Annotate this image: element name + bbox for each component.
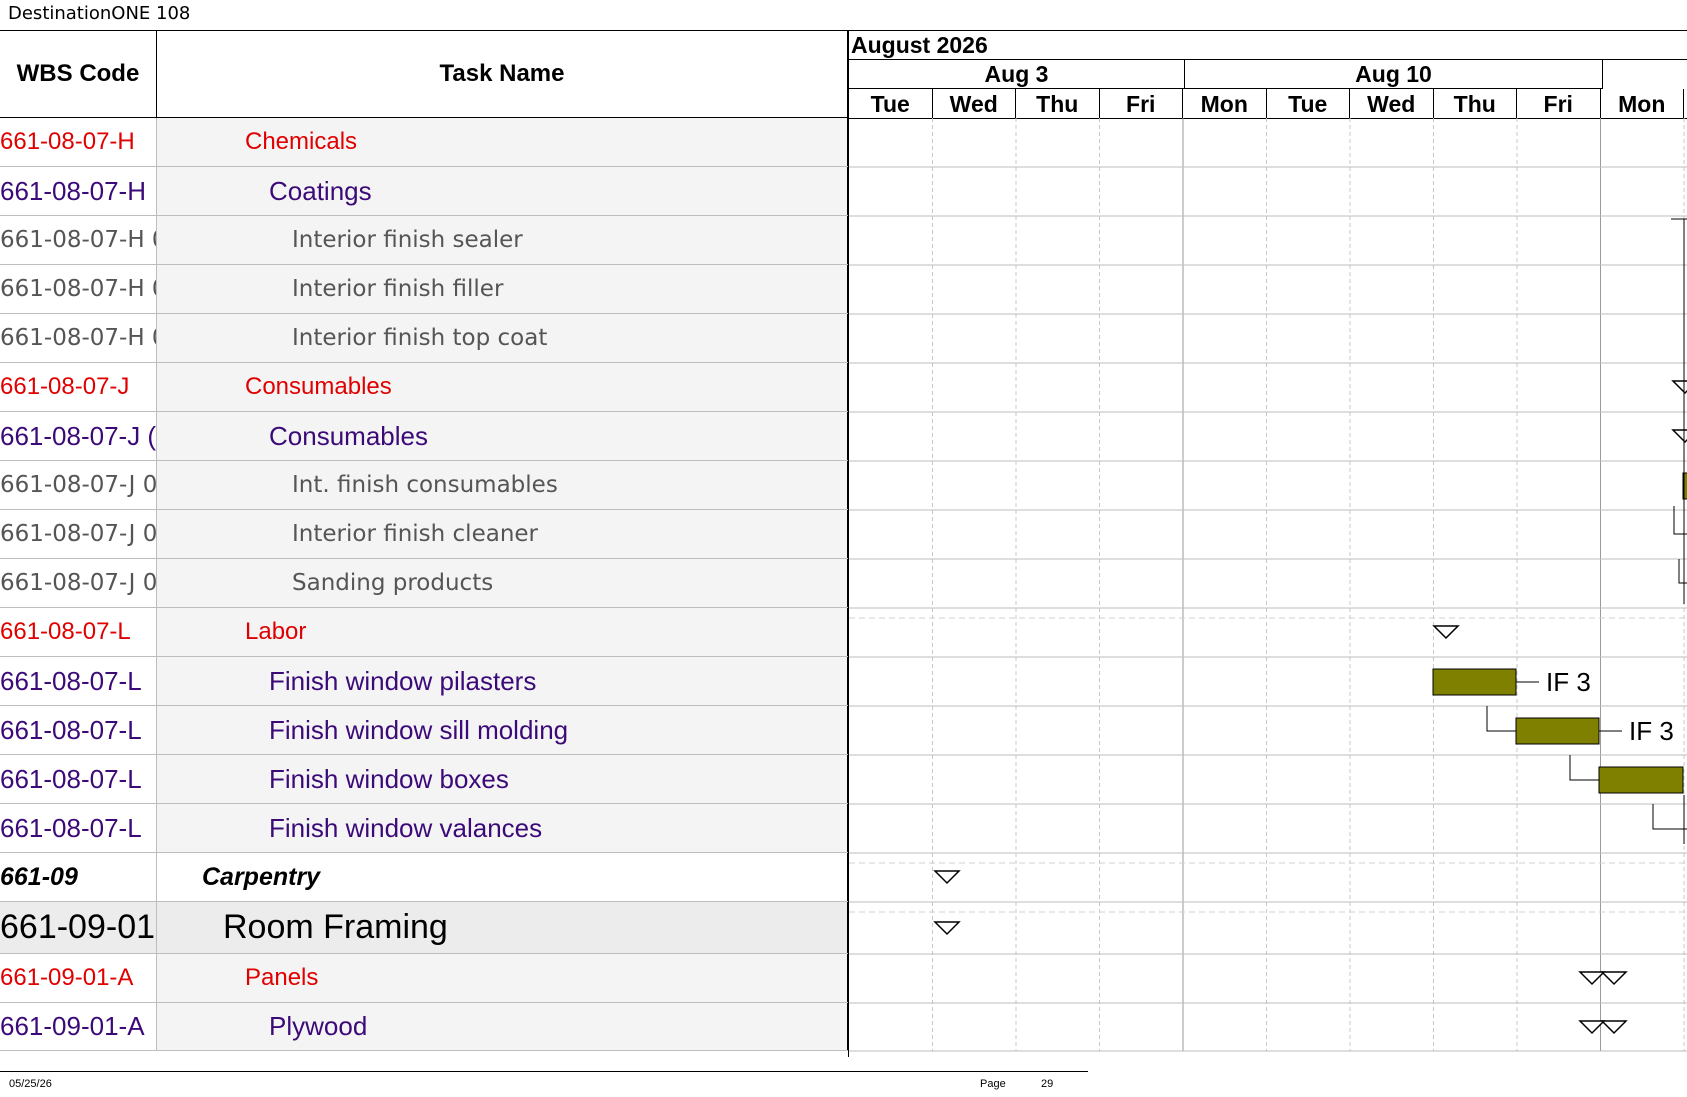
wbs-code: 661-08-07-H: [0, 118, 157, 166]
summary-milestone-icon: [1671, 380, 1687, 395]
summary-milestone-icon: [933, 870, 961, 885]
task-name: Consumables: [157, 363, 848, 411]
summary-milestone-icon: [1671, 429, 1687, 444]
task-name: Consumables: [157, 412, 848, 460]
footer-date: 05/25/26: [9, 1078, 52, 1090]
footer-divider: [0, 1071, 1088, 1072]
table-row[interactable]: 661-08-07-H 0 Interior finish filler: [0, 265, 848, 314]
footer-page-number: 29: [1041, 1078, 1054, 1090]
task-name: Interior finish top coat: [157, 314, 848, 362]
task-bar: [1432, 668, 1517, 696]
table-row[interactable]: 661-08-07-J (Consumables: [0, 412, 848, 461]
task-name: Finish window valances: [157, 804, 848, 852]
summary-milestone-icon: [933, 921, 961, 936]
table-row[interactable]: 661-08-07-H Coatings: [0, 167, 848, 216]
gantt-chart[interactable]: IF 3 IF 3: [848, 118, 1687, 1057]
task-name: Coatings: [157, 167, 848, 215]
task-name: Labor: [157, 608, 848, 656]
table-row[interactable]: 661-09 Carpentry: [0, 853, 848, 902]
timescale-week: Aug 10: [1185, 60, 1603, 89]
dependency-link: [1486, 706, 1516, 732]
table-row[interactable]: 661-08-07-L Labor: [0, 608, 848, 657]
task-name: Interior finish sealer: [157, 216, 848, 264]
timescale-week: Aug 3: [849, 60, 1185, 89]
summary-milestone-icon: [1432, 625, 1460, 640]
task-name: Finish window pilasters: [157, 657, 848, 705]
timescale-day: Tue: [1267, 89, 1350, 118]
timescale-day: Fri: [1517, 89, 1601, 118]
wbs-code: 661-08-07-H 0: [0, 265, 157, 313]
task-name: Sanding products: [157, 559, 848, 607]
wbs-code: 661-08-07-J (: [0, 412, 157, 460]
timescale-day: Thu: [1434, 89, 1517, 118]
wbs-code: 661-08-07-H 0: [0, 314, 157, 362]
table-row[interactable]: 661-08-07-H Chemicals: [0, 118, 848, 167]
app-title: DestinationONE 108: [8, 3, 191, 24]
timescale-day: Mon: [1183, 89, 1267, 118]
timescale-month: August 2026: [849, 30, 1687, 60]
table-row[interactable]: 661-09-01-A Plywood: [0, 1003, 848, 1051]
wbs-code: 661-09-01: [0, 902, 157, 953]
table-row[interactable]: 661-08-07-J 01 Sanding products: [0, 559, 848, 608]
table-row[interactable]: 661-08-07-H 0 Interior finish sealer: [0, 216, 848, 265]
wbs-code: 661-08-07-J 01: [0, 559, 157, 607]
table-row[interactable]: 661-08-07-L Finish window pilasters: [0, 657, 848, 706]
task-bar: [1598, 766, 1684, 794]
task-name: Finish window sill molding: [157, 706, 848, 754]
wbs-code: 661-08-07-L: [0, 804, 157, 852]
timescale-day: Wed: [933, 89, 1016, 118]
wbs-code: 661-08-07-L: [0, 755, 157, 803]
wbs-code: 661-08-07-H: [0, 167, 157, 215]
task-name: Carpentry: [157, 853, 848, 901]
dependency-link: [1569, 755, 1599, 781]
wbs-code: 661-08-07-J 01: [0, 461, 157, 509]
gantt-timescale: August 2026 Aug 3 Aug 10 Tue Wed Thu Fri Mon T…: [848, 30, 1687, 119]
timescale-day: Thu: [1016, 89, 1100, 118]
table-row[interactable]: 661-08-07-L Finish window sill molding: [0, 706, 848, 755]
table-row[interactable]: 661-08-07-L Finish window valances: [0, 804, 848, 853]
dependency-link: [1678, 559, 1687, 584]
task-name: Chemicals: [157, 118, 848, 166]
task-name: Panels: [157, 954, 848, 1002]
table-row[interactable]: 661-08-07-J 01 Int. finish consumables: [0, 461, 848, 510]
wbs-code: 661-09-01-A: [0, 954, 157, 1002]
bar-label: IF 3: [1546, 667, 1591, 697]
wbs-code: 661-08-07-L: [0, 657, 157, 705]
table-row[interactable]: 661-09-01-A Panels: [0, 954, 848, 1003]
task-name: Int. finish consumables: [157, 461, 848, 509]
wbs-code: 661-08-07-J 01: [0, 510, 157, 558]
summary-milestone-icon: [1600, 1020, 1628, 1035]
wbs-code: 661-08-07-L: [0, 608, 157, 656]
table-row[interactable]: 661-08-07-L Finish window boxes: [0, 755, 848, 804]
task-name: Interior finish filler: [157, 265, 848, 313]
bar-label: IF 3: [1629, 716, 1674, 746]
summary-milestone-icon: [1600, 971, 1628, 986]
table-row[interactable]: 661-08-07-J 01 Interior finish cleaner: [0, 510, 848, 559]
task-name: Interior finish cleaner: [157, 510, 848, 558]
timescale-day: Wed: [1350, 89, 1434, 118]
table-row[interactable]: 661-09-01 Room Framing: [0, 902, 848, 954]
table-row[interactable]: 661-08-07-H 0 Interior finish top coat: [0, 314, 848, 363]
column-header-task-name[interactable]: Task Name: [157, 30, 848, 118]
task-bar: [1515, 717, 1600, 745]
wbs-code: 661-09: [0, 853, 157, 901]
dependency-link: [1652, 804, 1687, 830]
task-name: Room Framing: [157, 902, 848, 953]
task-name: Plywood: [157, 1003, 848, 1050]
timescale-day: Fri: [1100, 89, 1183, 118]
gantt-canvas: IF 3 IF 3: [849, 118, 1687, 1052]
wbs-code: 661-08-07-H 0: [0, 216, 157, 264]
table-row[interactable]: 661-08-07-J Consumables: [0, 363, 848, 412]
column-header-wbs[interactable]: WBS Code: [0, 30, 157, 118]
timescale-day: Tue: [849, 89, 933, 118]
wbs-code: 661-08-07-L: [0, 706, 157, 754]
task-name: Finish window boxes: [157, 755, 848, 803]
footer-page-label: Page: [980, 1078, 1006, 1090]
timescale-day: Mon: [1601, 89, 1684, 118]
wbs-code: 661-08-07-J: [0, 363, 157, 411]
wbs-code: 661-09-01-A: [0, 1003, 157, 1050]
